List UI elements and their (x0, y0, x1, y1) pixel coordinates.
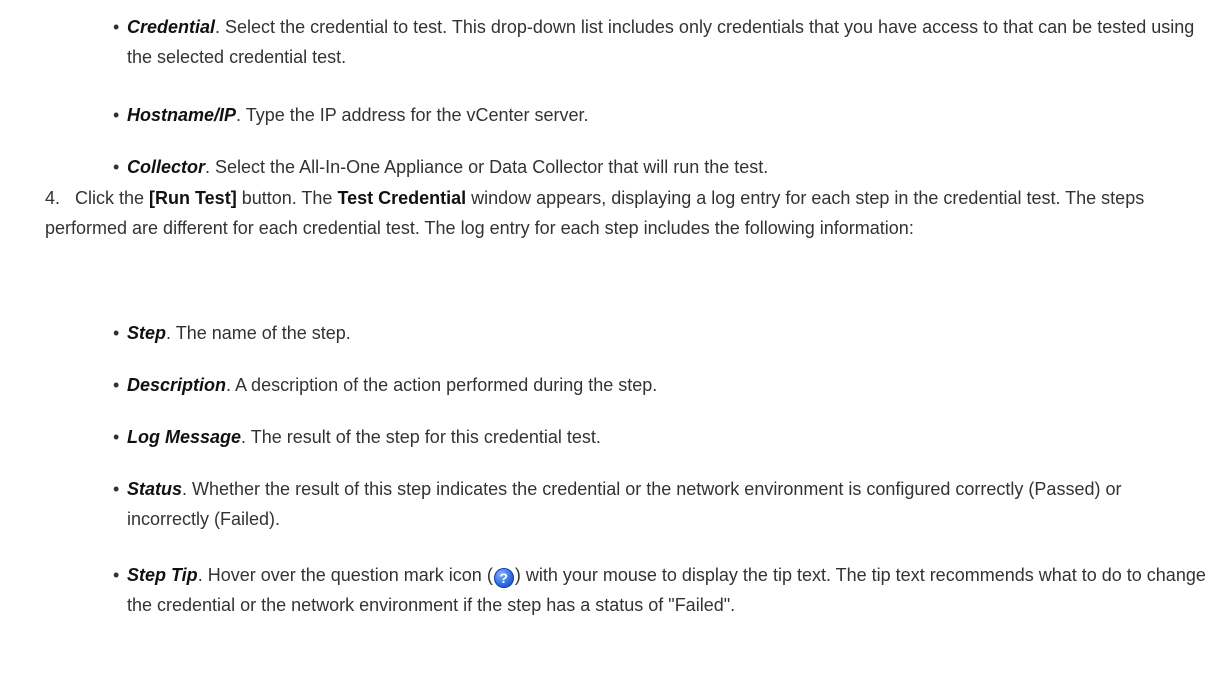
run-test-button-label: [Run Test] (149, 188, 237, 208)
term-description: Description (127, 375, 227, 395)
list-item-credential: • Credential. Select the credential to t… (113, 12, 1207, 100)
numbered-step-4: 4. Click the [Run Test] button. The Test… (45, 183, 1205, 243)
term-log-message: Log Message (127, 427, 242, 447)
desc-credential: . Select the credential to test. This dr… (127, 17, 1195, 67)
desc-collector: . Select the All-In-One Appliance or Dat… (205, 157, 769, 177)
bullet: • (113, 157, 120, 177)
term-status: Status (127, 479, 183, 499)
step-text-part2: button. The (236, 188, 338, 208)
step-text-part1: Click the (75, 188, 150, 208)
desc-description: . A description of the action performed … (226, 375, 658, 395)
term-hostname: Hostname/IP (127, 105, 237, 125)
bullet: • (113, 323, 120, 343)
term-collector: Collector (127, 157, 206, 177)
list-item-step-tip: • Step Tip. Hover over the question mark… (113, 560, 1207, 680)
test-credential-window-name: Test Credential (337, 188, 467, 208)
bullet: • (113, 479, 120, 499)
bullet: • (113, 375, 120, 395)
list-item-description: • Description. A description of the acti… (113, 370, 1207, 422)
list-item-step: • Step. The name of the step. (113, 318, 1207, 370)
desc-status: . Whether the result of this step indica… (127, 479, 1122, 529)
step-number: 4. (45, 188, 61, 208)
field-list: • Credential. Select the credential to t… (113, 12, 1207, 204)
term-credential: Credential (127, 17, 216, 37)
desc-step: . The name of the step. (166, 323, 351, 343)
step-text: Click the [Run Test] button. The Test Cr… (45, 183, 1205, 243)
list-item-status: • Status. Whether the result of this ste… (113, 474, 1207, 560)
list-item-log-message: • Log Message. The result of the step fo… (113, 422, 1207, 474)
term-step-tip: Step Tip (127, 565, 198, 585)
bullet: • (113, 565, 120, 585)
log-entry-list: • Step. The name of the step. • Descript… (113, 318, 1207, 680)
bullet: • (113, 17, 120, 37)
question-mark-icon: ? (493, 568, 514, 588)
bullet: • (113, 105, 120, 125)
desc-step-tip-before: . Hover over the question mark icon ( (197, 565, 493, 585)
desc-log-message: . The result of the step for this creden… (241, 427, 601, 447)
term-step: Step (127, 323, 167, 343)
desc-hostname: . Type the IP address for the vCenter se… (236, 105, 589, 125)
bullet: • (113, 427, 120, 447)
list-item-hostname: • Hostname/IP. Type the IP address for t… (113, 100, 1207, 152)
